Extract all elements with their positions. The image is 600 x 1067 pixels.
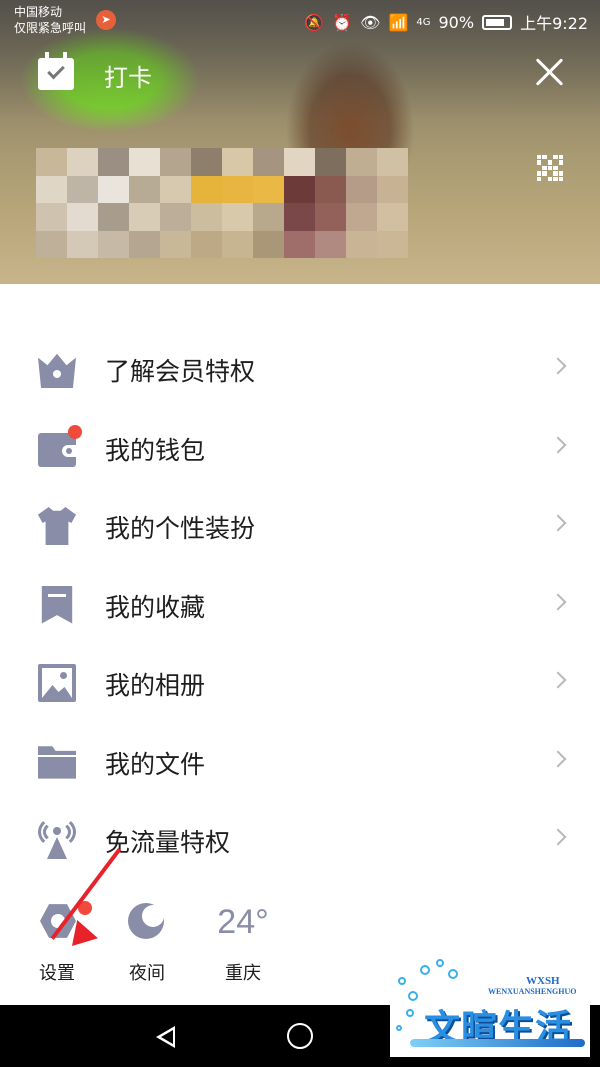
chevron-right-icon <box>549 750 567 767</box>
telegram-notification-icon: ➤ <box>96 10 116 30</box>
menu-item-label: 我的收藏 <box>105 592 206 622</box>
notification-badge <box>68 424 82 439</box>
chevron-right-icon <box>549 514 567 532</box>
status-icons: 🔕 ⏰ 👁 📶 4G 90% 上午9:22 <box>304 10 588 34</box>
photo-icon <box>38 664 76 702</box>
status-bar: 中国移动 仅限紧急呼叫 ➤ 🔕 ⏰ 👁 📶 4G 90% 上午9:22 <box>0 0 600 40</box>
night-mode-button[interactable]: 夜间 <box>112 895 182 995</box>
menu-item-free-data[interactable]: 免流量特权 <box>0 801 600 880</box>
mute-icon: 🔕 <box>304 12 325 32</box>
settings-label: 设置 <box>39 963 75 984</box>
menu-item-label: 了解会员特权 <box>105 357 256 386</box>
menu-item-favorites[interactable]: 我的收藏 <box>0 566 600 645</box>
menu-item-label: 免流量特权 <box>105 828 231 857</box>
moon-icon-cutout <box>142 905 164 927</box>
chevron-right-icon <box>549 357 567 375</box>
qr-code-icon[interactable] <box>537 155 563 181</box>
clock: 上午9:22 <box>520 14 588 33</box>
menu-item-label: 我的个性装扮 <box>105 514 256 543</box>
chevron-right-icon <box>549 436 567 453</box>
weather-temperature: 24° <box>217 903 269 941</box>
shirt-icon <box>38 507 76 545</box>
menu-item-label: 我的相册 <box>105 671 206 700</box>
menu-item-label: 我的钱包 <box>105 435 206 465</box>
battery-percent: 90% <box>438 12 475 32</box>
watermark-pinyin: WENXUANSHENGHUO <box>488 987 577 996</box>
menu-item-wallet[interactable]: 我的钱包 <box>0 409 600 488</box>
menu-item-album[interactable]: 我的相册 <box>0 644 600 723</box>
chevron-right-icon <box>549 828 567 846</box>
menu-item-personalization[interactable]: 我的个性装扮 <box>0 487 600 566</box>
home-icon[interactable] <box>287 1023 313 1049</box>
chevron-right-icon <box>549 671 567 689</box>
weather-city: 重庆 <box>225 963 261 984</box>
menu-item-files[interactable]: 我的文件 <box>0 723 600 802</box>
calendar-check-icon[interactable] <box>38 52 74 90</box>
battery-icon <box>482 14 513 30</box>
network-type: 4G <box>416 16 431 28</box>
carrier-info: 中国移动 仅限紧急呼叫 <box>14 4 86 36</box>
eye-icon: 👁 <box>360 12 381 32</box>
checkin-button[interactable]: 打卡 <box>104 58 152 93</box>
chevron-right-icon <box>549 593 567 610</box>
watermark-abbr: WXSH <box>526 975 560 987</box>
watermark-logo: WXSH WENXUANSHENGHUO 文暄生活 <box>390 955 590 1057</box>
profile-banner <box>0 0 600 284</box>
night-label: 夜间 <box>129 963 165 984</box>
carrier-status: 仅限紧急呼叫 <box>14 21 87 35</box>
alarm-icon: ⏰ <box>332 12 353 32</box>
watermark-wave <box>410 1039 585 1047</box>
pixelated-profile-info <box>36 148 408 258</box>
bookmark-icon <box>41 585 73 624</box>
wifi-icon: 📶 <box>388 12 409 32</box>
crown-icon-dot <box>53 370 61 378</box>
antenna-icon <box>38 816 76 859</box>
folder-icon <box>38 746 76 779</box>
close-icon[interactable] <box>534 56 566 88</box>
weather-button[interactable]: 24° 重庆 <box>208 895 278 995</box>
menu-item-vip-privileges[interactable]: 了解会员特权 <box>0 330 600 409</box>
crown-icon <box>38 353 76 388</box>
menu-item-label: 我的文件 <box>105 749 206 779</box>
settings-button[interactable]: 设置 <box>22 895 92 995</box>
back-icon-inner <box>161 1030 173 1044</box>
carrier-name: 中国移动 <box>14 5 63 19</box>
drawer-menu: 了解会员特权 我的钱包 我的个性装扮 我的收藏 我的相册 我的文件 免流量特权 <box>0 330 600 880</box>
